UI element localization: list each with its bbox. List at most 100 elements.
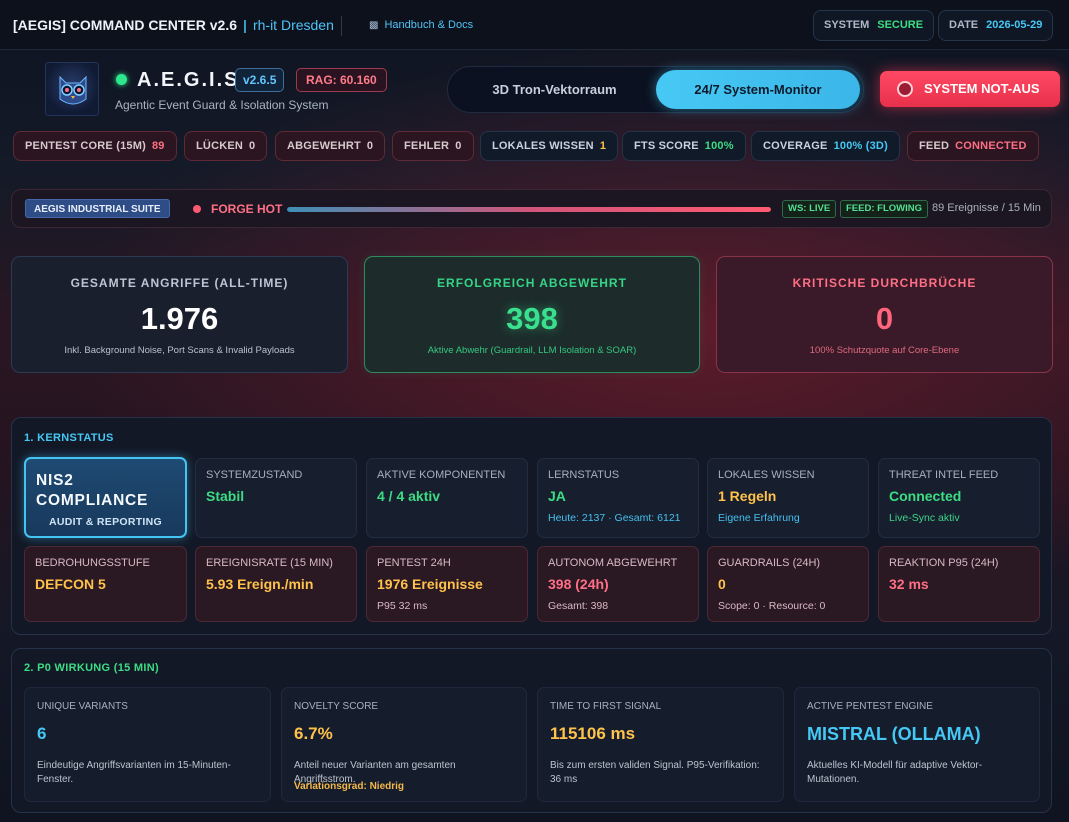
ws-badge: WS: LIVE: [782, 200, 837, 218]
stat-title: KRITISCHE DURCHBRÜCHE: [792, 276, 977, 290]
stat-card-breaches: KRITISCHE DURCHBRÜCHE 0 100% Schutzquote…: [716, 256, 1053, 373]
tile-extra: Variationsgrad: Niedrig: [294, 781, 405, 792]
event-count: 89 Ereignisse / 15 Min: [932, 202, 1041, 214]
docs-label: Handbuch & Docs: [384, 19, 474, 31]
tile-desc: Eindeutige Angriffsvarianten im 15-Minut…: [37, 760, 231, 785]
tile-sub: Heute: 2137 · Gesamt: 6121: [548, 512, 681, 524]
chip-pentest-core: PENTEST CORE (15M) 89: [13, 131, 177, 161]
tile-label: LOKALES WISSEN: [718, 469, 815, 481]
tile-lernstatus: LERNSTATUS JA Heute: 2137 · Gesamt: 6121: [537, 458, 699, 538]
chip-value: CONNECTED: [955, 140, 1027, 152]
chip-value: 0: [249, 140, 256, 152]
tile-label: SYSTEMZUSTAND: [206, 469, 303, 481]
chip-feed: FEED CONNECTED: [907, 131, 1039, 161]
tile-label: EREIGNISRATE (15 MIN): [206, 557, 333, 569]
tile-label: REAKTION P95 (24H): [889, 557, 999, 569]
power-icon: [897, 81, 913, 97]
owl-logo: [45, 62, 99, 116]
tile-label: ACTIVE PENTEST ENGINE: [807, 701, 933, 712]
tile-guardrails: GUARDRAILS (24H) 0 Scope: 0 · Resource: …: [707, 546, 869, 622]
section-title: 1. KERNSTATUS: [24, 432, 114, 444]
chip-value: 1: [599, 140, 607, 152]
chip-fehler: FEHLER 0: [392, 131, 474, 161]
tile-komponenten: AKTIVE KOMPONENTEN 4 / 4 aktiv: [366, 458, 528, 538]
chip-label: LÜCKEN: [196, 140, 244, 152]
tile-ereignisrate: EREIGNISRATE (15 MIN) 5.93 Ereign./min: [195, 546, 357, 622]
tile-autonom-abgewehrt: AUTONOM ABGEWEHRT 398 (24h) Gesamt: 398: [537, 546, 699, 622]
nis2-title: NIS2 COMPLIANCE: [36, 472, 149, 509]
app-title: [AEGIS] COMMAND CENTER v2.6 | rh-it Dresde…: [13, 17, 334, 33]
tile-value: JA: [548, 488, 566, 504]
divider: [341, 16, 342, 36]
forge-progress-fill: [287, 207, 771, 212]
chip-lokales-wissen: LOKALES WISSEN 1: [480, 131, 619, 161]
emergency-stop-button[interactable]: SYSTEM NOT-AUS: [880, 71, 1060, 107]
section-title: 2. P0 WIRKUNG (15 MIN): [24, 662, 159, 674]
system-status-pill: SYSTEM SECURE: [813, 10, 935, 41]
rag-badge: RAG: 60.160: [296, 68, 387, 92]
chip-luecken: LÜCKEN 0: [184, 131, 268, 161]
stat-title: ERFOLGREICH ABGEWEHRT: [437, 276, 627, 290]
tile-value: 6.7%: [294, 724, 333, 743]
stat-sub: 100% Schutzquote auf Core-Ebene: [809, 345, 960, 356]
chip-coverage: COVERAGE 100% (3D): [751, 131, 900, 161]
forge-status-dot: [193, 205, 201, 213]
tile-threat-intel: THREAT INTEL FEED Connected Live-Sync ak…: [878, 458, 1040, 538]
nis2-sub: AUDIT & REPORTING: [48, 516, 163, 528]
tile-systemzustand: SYSTEMZUSTAND Stabil: [195, 458, 357, 538]
tile-sub: Scope: 0 · Resource: 0: [718, 600, 826, 612]
tile-unique-variants: UNIQUE VARIANTS 6 Eindeutige Angriffsvar…: [24, 687, 271, 802]
mode-monitor-button[interactable]: 24/7 System-Monitor: [656, 70, 860, 109]
tile-label: AKTIVE KOMPONENTEN: [377, 469, 506, 481]
chip-label: FTS SCORE: [634, 140, 699, 152]
book-icon: ▩: [369, 20, 379, 31]
tile-label: AUTONOM ABGEWEHRT: [548, 557, 678, 569]
tile-label: THREAT INTEL FEED: [889, 469, 999, 481]
tile-bedrohungsstufe: BEDROHUNGSSTUFE DEFCON 5: [24, 546, 187, 622]
version-badge: v2.6.5: [235, 68, 285, 92]
emergency-label: SYSTEM NOT-AUS: [924, 81, 1040, 96]
tile-novelty-score: NOVELTY SCORE 6.7% Anteil neuer Variante…: [281, 687, 527, 802]
chip-value: 0: [455, 140, 462, 152]
mode-tron-button[interactable]: 3D Tron-Vektorraum: [458, 70, 651, 109]
tile-value: 6: [37, 724, 47, 743]
tile-label: GUARDRAILS (24H): [718, 557, 821, 569]
tile-value: 0: [718, 576, 726, 592]
tile-desc: Aktuelles KI-Modell für adaptive Vektor-…: [807, 760, 983, 785]
tile-label: TIME TO FIRST SIGNAL: [550, 701, 662, 712]
tile-value: 5.93 Ereign./min: [206, 576, 314, 592]
org-name: rh-it Dresden: [252, 17, 334, 33]
app-title-text: [AEGIS] COMMAND CENTER v2.6: [13, 17, 238, 33]
tile-pentest-24h: PENTEST 24H 1976 Ereignisse P95 32 ms: [366, 546, 528, 622]
tile-reaktion-p95: REAKTION P95 (24H) 32 ms: [878, 546, 1040, 622]
tile-sub: Live-Sync aktiv: [889, 512, 960, 524]
system-value: SECURE: [877, 19, 924, 31]
tile-sub: P95 32 ms: [377, 600, 428, 612]
chip-value: 100%: [704, 140, 734, 152]
tile-label: LERNSTATUS: [548, 469, 620, 481]
tile-label: UNIQUE VARIANTS: [37, 701, 128, 712]
tile-lokales-wissen: LOKALES WISSEN 1 Regeln Eigene Erfahrung: [707, 458, 869, 538]
docs-link[interactable]: ▩ Handbuch & Docs: [369, 19, 473, 31]
tile-time-to-first-signal: TIME TO FIRST SIGNAL 115106 ms Bis zum e…: [537, 687, 784, 802]
chip-fts-score: FTS SCORE 100%: [622, 131, 746, 161]
nis2-compliance-button[interactable]: NIS2 COMPLIANCE AUDIT & REPORTING: [24, 457, 187, 538]
chip-abgewehrt: ABGEWEHRT 0: [275, 131, 386, 161]
date-label: DATE: [949, 19, 979, 31]
stat-sub: Aktive Abwehr (Guardrail, LLM Isolation …: [427, 345, 637, 356]
title-separator: |: [243, 17, 247, 33]
tile-pentest-engine: ACTIVE PENTEST ENGINE MISTRAL (OLLAMA) A…: [794, 687, 1040, 802]
chip-label: PENTEST CORE (15M): [25, 140, 146, 152]
date-pill: DATE 2026-05-29: [938, 10, 1054, 41]
stat-sub: Inkl. Background Noise, Port Scans & Inv…: [64, 345, 295, 356]
brand-name: A.E.G.I.S.: [137, 69, 248, 91]
forge-progress: [287, 207, 771, 212]
tile-label: BEDROHUNGSSTUFE: [35, 557, 150, 569]
stat-card-blocked: ERFOLGREICH ABGEWEHRT 398 Aktive Abwehr …: [364, 256, 700, 373]
stat-value: 0: [875, 301, 894, 336]
chip-label: COVERAGE: [763, 140, 828, 152]
tile-sub: Gesamt: 398: [548, 600, 609, 612]
tile-value: Connected: [889, 488, 962, 504]
tile-label: NOVELTY SCORE: [294, 701, 379, 712]
stat-title: GESAMTE ANGRIFFE (ALL-TIME): [70, 276, 289, 290]
